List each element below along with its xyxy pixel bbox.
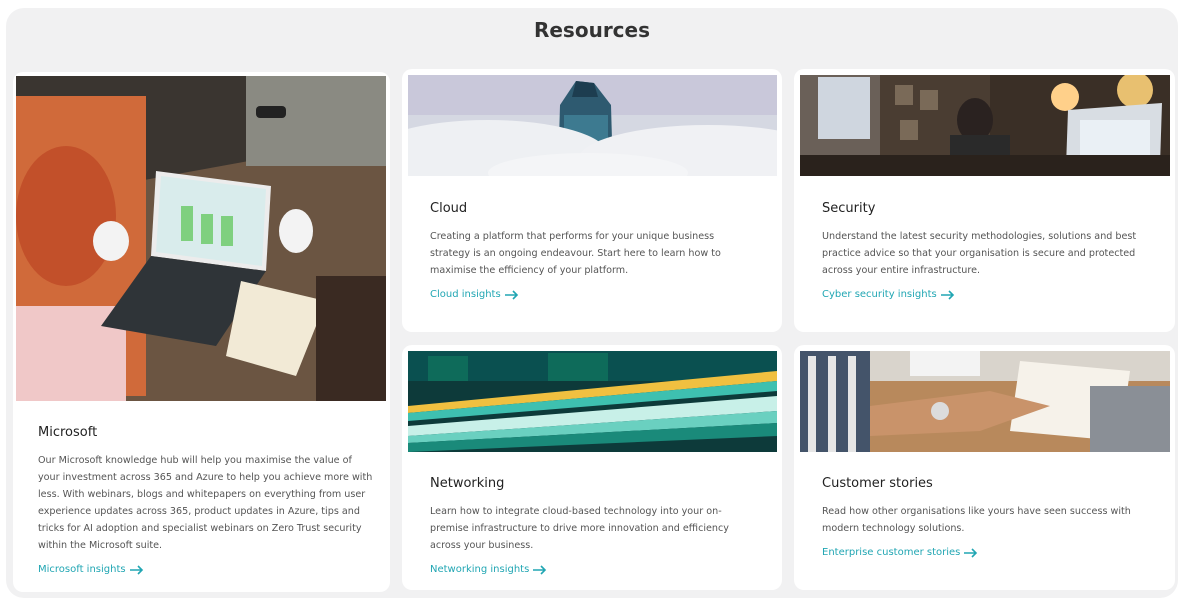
card-description: Creating a platform that performs for yo…	[430, 231, 721, 276]
card-description: Read how other organisations like yours …	[822, 506, 1131, 534]
link-label: Cyber security insights	[822, 289, 937, 300]
light-trails-photo	[408, 351, 777, 452]
link-label: Microsoft insights	[38, 564, 126, 575]
card-title: Security	[822, 201, 876, 216]
skyscraper-clouds-photo	[408, 75, 777, 176]
link-label: Cloud insights	[430, 289, 501, 300]
card-description: Understand the latest security methodolo…	[822, 231, 1137, 276]
cloud-insights-link[interactable]: Cloud insights	[430, 289, 519, 300]
card-security[interactable]: Security Understand the latest security …	[794, 69, 1175, 332]
card-microsoft[interactable]: Microsoft Our Microsoft knowledge hub wi…	[13, 72, 390, 592]
card-title: Customer stories	[822, 476, 933, 491]
team-laptop-photo	[16, 76, 386, 401]
cyber-security-insights-link[interactable]: Cyber security insights	[822, 289, 955, 300]
arrow-right-icon	[964, 547, 978, 558]
card-title: Networking	[430, 476, 505, 491]
card-title: Microsoft	[38, 425, 98, 440]
card-description: Learn how to integrate cloud-based techn…	[430, 506, 729, 551]
page-title: Resources	[533, 18, 651, 42]
arrow-right-icon	[129, 564, 143, 575]
card-networking[interactable]: Networking Learn how to integrate cloud-…	[402, 345, 782, 590]
security-office-photo	[800, 75, 1170, 176]
enterprise-customer-stories-link[interactable]: Enterprise customer stories	[822, 547, 978, 558]
card-description: Our Microsoft knowledge hub will help yo…	[38, 455, 373, 551]
arrow-right-icon	[504, 289, 518, 300]
arrow-right-icon	[940, 289, 954, 300]
link-label: Networking insights	[430, 564, 530, 575]
networking-insights-link[interactable]: Networking insights	[430, 564, 547, 575]
card-title: Cloud	[430, 201, 468, 216]
card-customer-stories[interactable]: Customer stories Read how other organisa…	[794, 345, 1175, 590]
link-label: Enterprise customer stories	[822, 547, 961, 558]
handshake-photo	[800, 351, 1170, 452]
arrow-right-icon	[533, 564, 547, 575]
card-cloud[interactable]: Cloud Creating a platform that performs …	[402, 69, 782, 332]
microsoft-insights-link[interactable]: Microsoft insights	[38, 564, 144, 575]
